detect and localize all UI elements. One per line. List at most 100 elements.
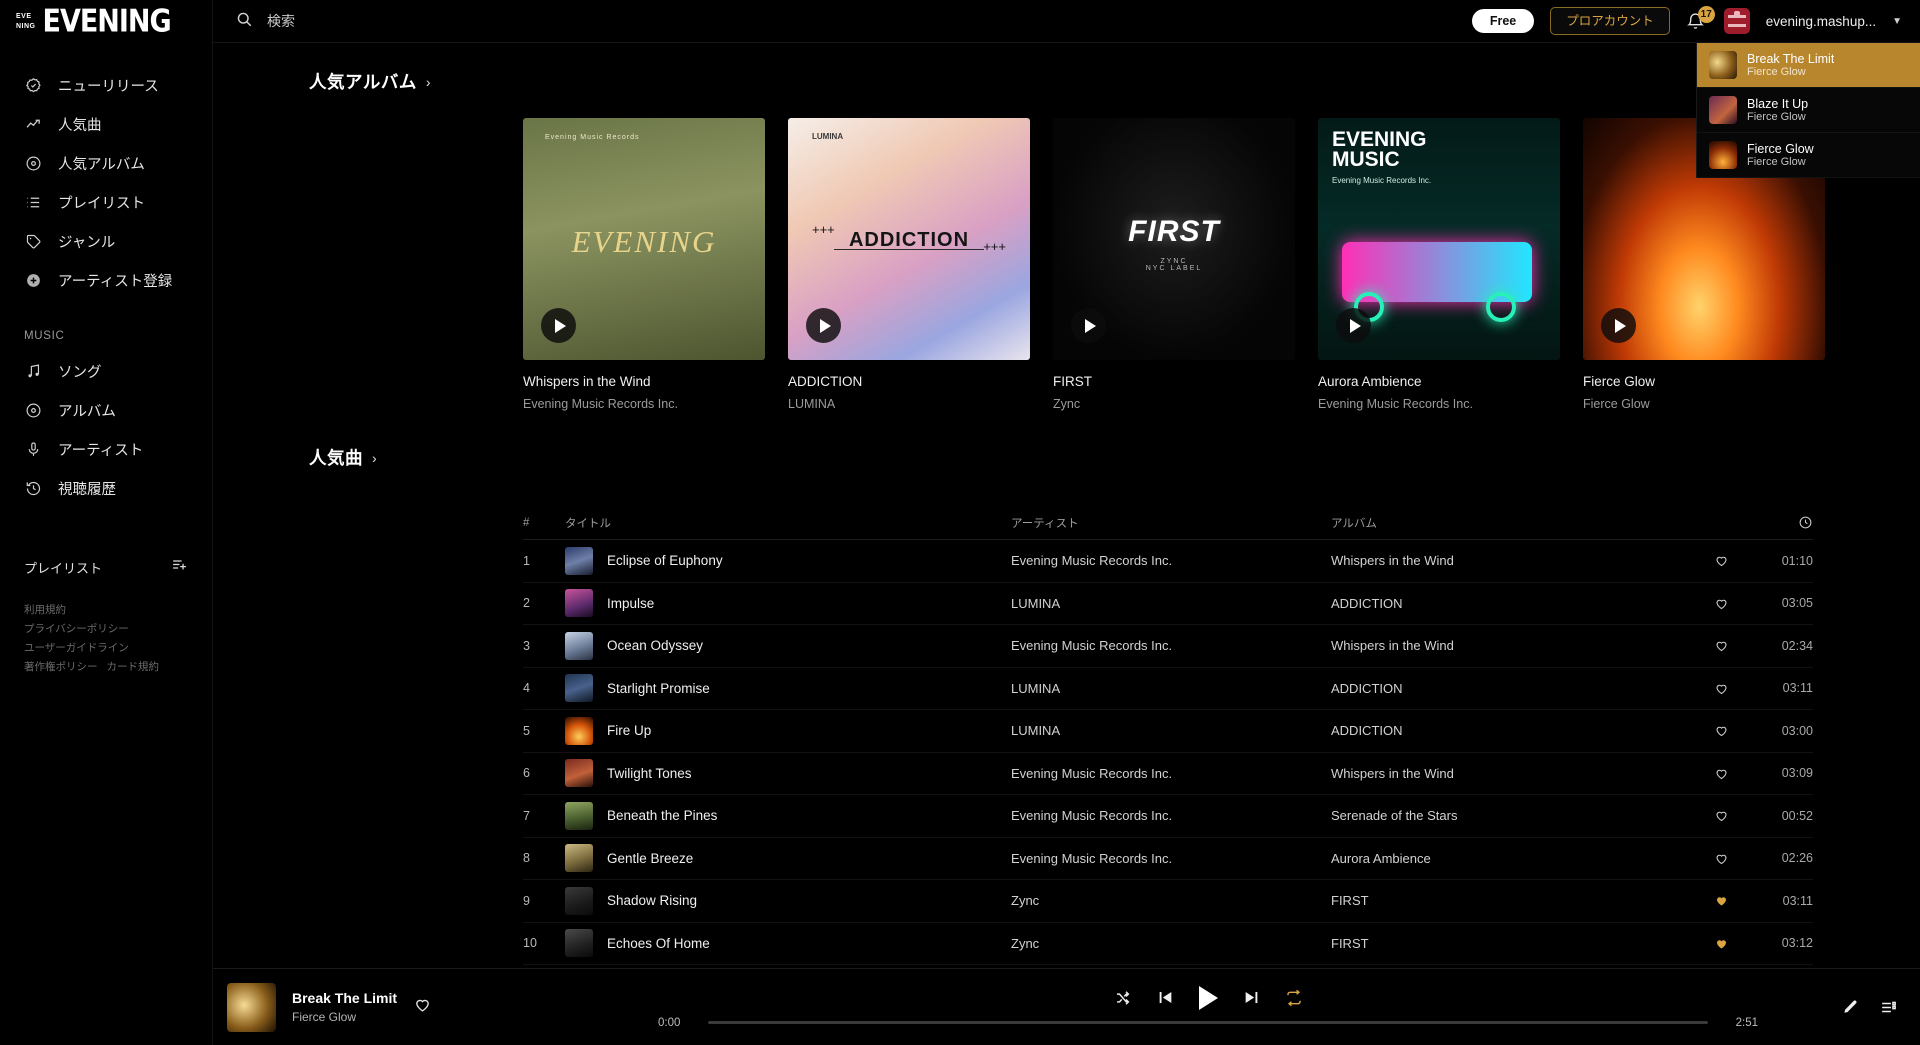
sidebar-item-label: 人気曲 — [58, 118, 102, 134]
track-title: Starlight Promise — [607, 680, 710, 696]
sidebar-item-history[interactable]: 視聴履歴 — [0, 469, 212, 508]
search-input[interactable] — [267, 13, 647, 29]
notifications-button[interactable]: 17 — [1686, 6, 1715, 33]
track-like-button[interactable] — [1691, 936, 1751, 951]
album-cover: FIRST ZYNC NYC LABEL — [1053, 118, 1295, 360]
tracks-table: # タイトル アーティスト アルバム 1 Eclipse of Euphony … — [213, 506, 1920, 965]
album-play-button[interactable] — [1336, 308, 1371, 343]
legal-link-card-terms[interactable]: カード規約 — [107, 661, 160, 673]
app-logo[interactable]: EVE NING EVENING — [0, 0, 212, 43]
queue-item-text: Fierce Glow Fierce Glow — [1747, 142, 1814, 168]
queue-item-thumbnail — [1709, 51, 1737, 79]
table-row[interactable]: 8 Gentle Breeze Evening Music Records In… — [523, 838, 1813, 880]
legal-link-guidelines[interactable]: ユーザーガイドライン — [24, 642, 129, 654]
album-play-button[interactable] — [1071, 308, 1106, 343]
track-artist: Evening Music Records Inc. — [1011, 808, 1173, 824]
queue-dropdown: Break The Limit Fierce Glow Blaze It Up … — [1696, 43, 1920, 178]
microphone-icon — [24, 441, 42, 459]
play-button[interactable] — [1198, 985, 1218, 1010]
track-artist: LUMINA — [1011, 595, 1061, 611]
pro-account-button[interactable]: プロアカウント — [1550, 6, 1670, 36]
album-play-button[interactable] — [1601, 308, 1636, 343]
album-play-button[interactable] — [541, 308, 576, 343]
sidebar-item-artist-register[interactable]: アーティスト登録 — [0, 261, 212, 300]
track-album: Serenade of the Stars — [1331, 808, 1458, 824]
track-like-button[interactable] — [1691, 596, 1751, 611]
queue-list-icon[interactable] — [1879, 998, 1898, 1017]
queue-item[interactable]: Break The Limit Fierce Glow — [1697, 43, 1920, 88]
track-album: ADDICTION — [1331, 595, 1403, 611]
shuffle-icon[interactable] — [1114, 989, 1132, 1007]
player-seek-bar[interactable] — [708, 1021, 1708, 1024]
track-duration: 00:52 — [1781, 808, 1813, 823]
track-title-cell: Beneath the Pines — [565, 801, 1011, 830]
track-album: Whispers in the Wind — [1331, 638, 1454, 654]
legal-link-terms[interactable]: 利用規約 — [24, 604, 66, 616]
album-artist: Evening Music Records Inc. — [523, 397, 678, 411]
table-row[interactable]: 10 Echoes Of Home Zync FIRST 03:12 — [523, 923, 1813, 965]
chevron-right-icon[interactable]: › — [372, 450, 377, 466]
album-card[interactable]: EVENING Evening Music Records Whispers i… — [523, 118, 765, 411]
table-row[interactable]: 5 Fire Up LUMINA ADDICTION 03:00 — [523, 710, 1813, 753]
main-area: Free プロアカウント 17 evening.mashup... ▼ Brea… — [213, 0, 1920, 1045]
skip-back-icon[interactable] — [1156, 988, 1175, 1007]
table-row[interactable]: 9 Shadow Rising Zync FIRST 03:11 — [523, 880, 1813, 923]
track-artist: Evening Music Records Inc. — [1011, 553, 1173, 569]
table-row[interactable]: 1 Eclipse of Euphony Evening Music Recor… — [523, 540, 1813, 583]
heart-icon[interactable] — [413, 995, 432, 1019]
track-number: 1 — [523, 553, 530, 568]
queue-item[interactable]: Blaze It Up Fierce Glow — [1697, 88, 1920, 133]
sidebar: EVE NING EVENING ニューリリース 人気曲 人気アルバム プレイリ… — [0, 0, 213, 1045]
free-plan-badge[interactable]: Free — [1471, 8, 1535, 34]
legal-link-copyright[interactable]: 著作権ポリシー — [24, 661, 98, 673]
sidebar-item-albums[interactable]: アルバム — [0, 391, 212, 430]
track-thumbnail — [565, 631, 593, 660]
track-duration: 03:00 — [1781, 723, 1813, 738]
track-like-button[interactable] — [1691, 681, 1751, 696]
track-like-button[interactable] — [1691, 638, 1751, 653]
legal-link-privacy[interactable]: プライバシーポリシー — [24, 623, 129, 635]
skip-forward-icon[interactable] — [1242, 988, 1261, 1007]
trending-up-icon — [24, 116, 42, 134]
track-album: Aurora Ambience — [1331, 850, 1431, 866]
chevron-down-icon[interactable]: ▼ — [1892, 16, 1902, 27]
sidebar-item-playlists[interactable]: プレイリスト — [0, 183, 212, 222]
table-row[interactable]: 3 Ocean Odyssey Evening Music Records In… — [523, 625, 1813, 668]
player-album-art[interactable] — [227, 982, 276, 1032]
track-artist: LUMINA — [1011, 723, 1061, 739]
sidebar-item-popular-songs[interactable]: 人気曲 — [0, 105, 212, 144]
album-card[interactable]: FIRST ZYNC NYC LABEL FIRST Zync — [1053, 118, 1295, 411]
track-like-button[interactable] — [1691, 851, 1751, 866]
album-card[interactable]: ADDICTION +++ +++ LUMINA ADDICTION LUMIN… — [788, 118, 1030, 411]
album-card[interactable]: EVENING MUSIC Evening Music Records Inc. … — [1318, 118, 1560, 411]
list-plus-icon[interactable] — [171, 556, 188, 578]
sidebar-item-popular-albums[interactable]: 人気アルバム — [0, 144, 212, 183]
table-row[interactable]: 4 Starlight Promise LUMINA ADDICTION 03:… — [523, 668, 1813, 710]
sidebar-item-artists[interactable]: アーティスト — [0, 430, 212, 469]
table-row[interactable]: 2 Impulse LUMINA ADDICTION 03:05 — [523, 583, 1813, 625]
track-like-button[interactable] — [1691, 893, 1751, 908]
table-row[interactable]: 6 Twilight Tones Evening Music Records I… — [523, 753, 1813, 795]
popular-songs-header[interactable]: 人気曲 › — [213, 411, 1920, 470]
track-like-button[interactable] — [1691, 808, 1751, 823]
track-artist: Zync — [1011, 893, 1040, 909]
album-artist: Fierce Glow — [1583, 397, 1650, 411]
microphone-icon[interactable] — [1840, 998, 1859, 1017]
track-like-button[interactable] — [1691, 723, 1751, 738]
table-row[interactable]: 7 Beneath the Pines Evening Music Record… — [523, 795, 1813, 838]
list-icon — [24, 194, 42, 212]
sidebar-item-songs[interactable]: ソング — [0, 352, 212, 391]
music-note-icon — [24, 363, 42, 381]
username-label[interactable]: evening.mashup... — [1766, 14, 1876, 29]
track-like-button[interactable] — [1691, 553, 1751, 568]
album-play-button[interactable] — [806, 308, 841, 343]
track-like-button[interactable] — [1691, 766, 1751, 781]
chevron-right-icon[interactable]: › — [426, 74, 431, 90]
repeat-icon[interactable] — [1285, 989, 1303, 1007]
search-box[interactable] — [235, 10, 1472, 33]
sidebar-item-new-releases[interactable]: ニューリリース — [0, 66, 212, 105]
popular-albums-header[interactable]: 人気アルバム › — [213, 43, 1920, 94]
avatar[interactable] — [1723, 8, 1750, 34]
sidebar-item-genres[interactable]: ジャンル — [0, 222, 212, 261]
queue-item[interactable]: Fierce Glow Fierce Glow — [1697, 133, 1920, 178]
